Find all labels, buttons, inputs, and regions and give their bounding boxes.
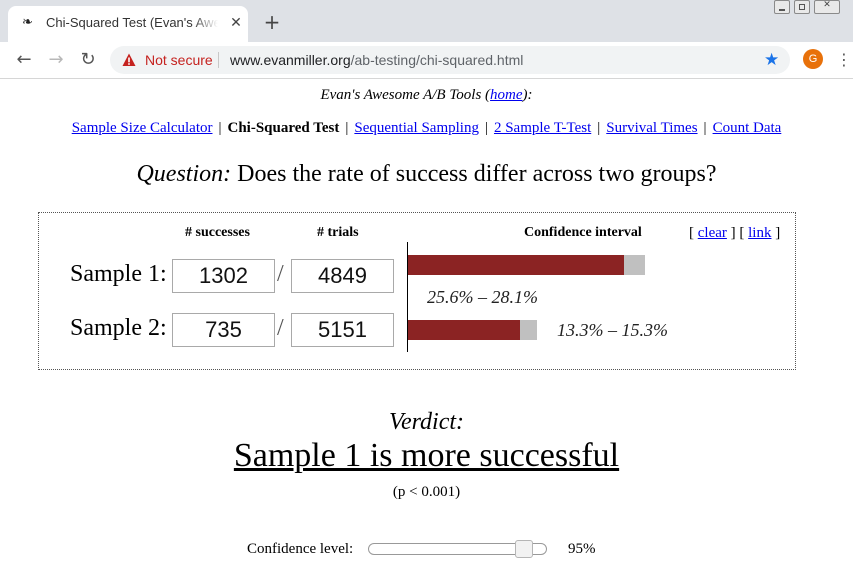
nav-chi-squared-test-current: Chi-Squared Test <box>227 120 340 136</box>
security-label[interactable]: Not secure <box>145 52 213 68</box>
sample-1-ci-text: 25.6% – 28.1% <box>427 287 538 307</box>
sample-2-rate-bar <box>408 320 520 340</box>
sample-2-slash: / <box>277 315 284 341</box>
confidence-level-value: 95% <box>568 541 596 557</box>
sample-1-ci-bar <box>408 255 645 275</box>
address-separator <box>218 52 219 68</box>
clear-link[interactable]: clear <box>698 225 727 241</box>
home-link[interactable]: home <box>490 87 523 103</box>
bookmark-star-icon[interactable]: ★ <box>764 50 779 70</box>
confidence-level-label: Confidence level: <box>247 541 354 557</box>
verdict-result: Sample 1 is more successful <box>0 437 853 475</box>
nav-separator: | <box>597 120 601 136</box>
site-header-suffix: ): <box>522 87 533 103</box>
nav-separator: | <box>703 120 707 136</box>
trials-header: # trials <box>317 225 359 240</box>
forward-arrow-icon[interactable]: → <box>44 48 68 72</box>
sample-1-slash: / <box>277 261 284 287</box>
bug-icon: ❧ <box>22 15 33 30</box>
window-maximize-button[interactable] <box>794 0 810 14</box>
browser-tab[interactable]: ❧ Chi-Squared Test (Evan's Awesome A/B T… <box>8 6 248 42</box>
url-host: www.evanmiller.org <box>230 52 351 68</box>
confidence-slider-thumb[interactable] <box>515 540 533 558</box>
question-text: Does the rate of success differ across t… <box>231 161 717 187</box>
nav-sample-size-calculator[interactable]: Sample Size Calculator <box>72 120 213 136</box>
tab-title: Chi-Squared Test (Evan's Awesome A/B Too… <box>46 15 218 30</box>
sample-1-label: Sample 1: <box>70 261 167 287</box>
confidence-interval-header: Confidence interval <box>524 225 642 240</box>
window-close-button[interactable] <box>814 0 840 14</box>
browser-toolbar: ← → ↻ Not secure www.evanmiller.org/ab-t… <box>0 42 853 79</box>
url-text[interactable]: www.evanmiller.org/ab-testing/chi-square… <box>230 52 523 68</box>
verdict-text: Sample 1 is more successful <box>233 437 620 474</box>
reload-icon[interactable]: ↻ <box>76 48 100 72</box>
sample-2-trials-input[interactable]: 5151 <box>291 313 394 347</box>
nav-separator: | <box>484 120 488 136</box>
sample-2-label: Sample 2: <box>70 315 167 341</box>
back-arrow-icon[interactable]: ← <box>12 48 36 72</box>
new-tab-button[interactable]: + <box>262 12 282 32</box>
confidence-level-slider[interactable] <box>368 540 547 558</box>
sample-1-rate-bar <box>408 255 624 275</box>
input-panel: # successes # trials Confidence interval… <box>38 212 796 370</box>
tool-navigation: Sample Size Calculator | Chi-Squared Test |… <box>0 120 853 137</box>
sample-1-successes-input[interactable]: 1302 <box>172 259 275 293</box>
window-minimize-button[interactable] <box>774 0 790 14</box>
sample-1-trials-input[interactable]: 4849 <box>291 259 394 293</box>
sample-2-ci-bar <box>408 320 537 340</box>
nav-separator: | <box>218 120 222 136</box>
clear-link-controls: [ clear ] [ link ] <box>689 225 781 241</box>
site-header-prefix: Evan's Awesome A/B Tools ( <box>320 87 491 103</box>
site-header: Evan's Awesome A/B Tools (home): <box>0 87 853 104</box>
nav-separator: | <box>345 120 349 136</box>
nav-2-sample-t-test[interactable]: 2 Sample T-Test <box>494 120 591 136</box>
profile-avatar[interactable]: G <box>803 49 823 69</box>
nav-survival-times[interactable]: Survival Times <box>606 120 697 136</box>
successes-header: # successes <box>185 225 250 240</box>
verdict-label: Verdict: <box>388 409 465 435</box>
nav-count-data[interactable]: Count Data <box>713 120 782 136</box>
question-heading: Question: Does the rate of success diffe… <box>0 161 853 188</box>
permalink-link[interactable]: link <box>748 225 771 241</box>
address-bar[interactable]: Not secure www.evanmiller.org/ab-testing… <box>110 46 790 74</box>
close-tab-icon[interactable]: ✕ <box>227 14 245 32</box>
sample-2-ci-text: 13.3% – 15.3% <box>557 320 668 340</box>
warning-icon[interactable] <box>122 53 136 67</box>
nav-sequential-sampling[interactable]: Sequential Sampling <box>354 120 479 136</box>
p-value: (p < 0.001) <box>392 484 461 500</box>
url-path: /ab-testing/chi-squared.html <box>350 52 524 68</box>
tab-strip: ❧ Chi-Squared Test (Evan's Awesome A/B T… <box>0 0 853 42</box>
browser-menu-icon[interactable]: ⋮ <box>836 50 852 70</box>
question-label: Question: <box>136 161 232 187</box>
sample-2-successes-input[interactable]: 735 <box>172 313 275 347</box>
